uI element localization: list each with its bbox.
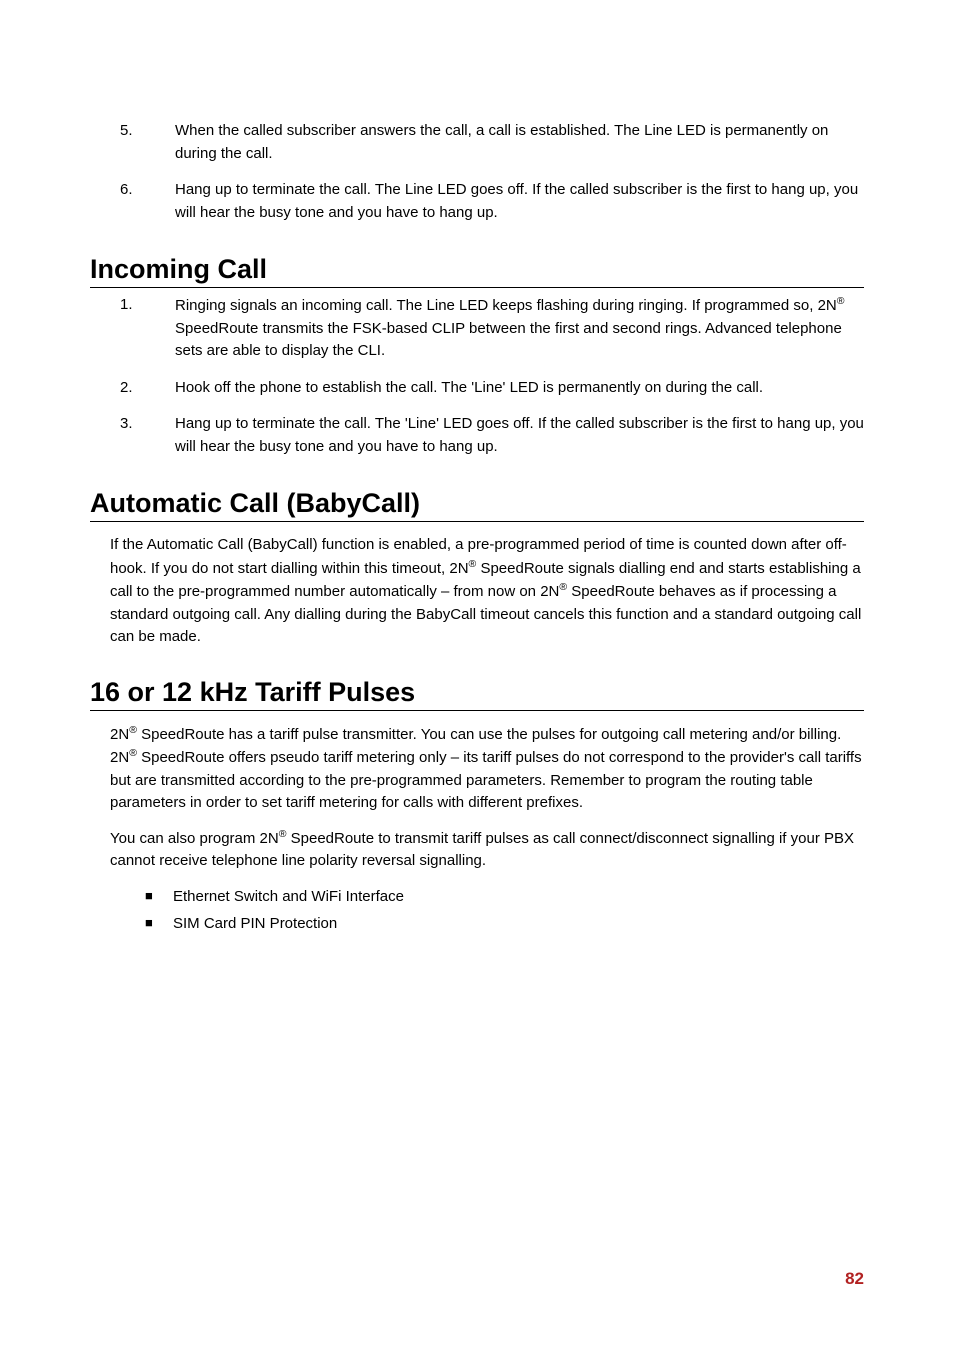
list-text: Hook off the phone to establish the call… — [175, 377, 864, 400]
tariff-bullet-list: Ethernet Switch and WiFi Interface SIM C… — [90, 883, 864, 937]
section-heading-incoming-call: Incoming Call — [90, 254, 864, 288]
content-area: 5. When the called subscriber answers th… — [90, 120, 864, 937]
intro-ordered-list: 5. When the called subscriber answers th… — [90, 120, 864, 224]
page: 5. When the called subscriber answers th… — [0, 0, 954, 1349]
list-item: 1. Ringing signals an incoming call. The… — [90, 294, 864, 363]
list-number: 5. — [90, 120, 175, 165]
page-number: 82 — [845, 1269, 864, 1289]
tariff-paragraph-2: You can also program 2N® SpeedRoute to t… — [110, 827, 864, 873]
list-text: When the called subscriber answers the c… — [175, 120, 864, 165]
tariff-paragraph-1: 2N® SpeedRoute has a tariff pulse transm… — [110, 723, 864, 815]
bullet-item: Ethernet Switch and WiFi Interface — [145, 883, 864, 910]
bullet-item: SIM Card PIN Protection — [145, 910, 864, 937]
list-text: Hang up to terminate the call. The Line … — [175, 179, 864, 224]
list-text: Ringing signals an incoming call. The Li… — [175, 294, 864, 363]
section-heading-tariff: 16 or 12 kHz Tariff Pulses — [90, 677, 864, 711]
list-item: 2. Hook off the phone to establish the c… — [90, 377, 864, 400]
list-item: 6. Hang up to terminate the call. The Li… — [90, 179, 864, 224]
list-number: 3. — [90, 413, 175, 458]
incoming-call-list: 1. Ringing signals an incoming call. The… — [90, 294, 864, 458]
babycall-paragraph: If the Automatic Call (BabyCall) functio… — [110, 534, 864, 649]
list-number: 6. — [90, 179, 175, 224]
list-number: 2. — [90, 377, 175, 400]
list-number: 1. — [90, 294, 175, 363]
list-text: Hang up to terminate the call. The 'Line… — [175, 413, 864, 458]
section-heading-babycall: Automatic Call (BabyCall) — [90, 488, 864, 522]
list-item: 3. Hang up to terminate the call. The 'L… — [90, 413, 864, 458]
list-item: 5. When the called subscriber answers th… — [90, 120, 864, 165]
